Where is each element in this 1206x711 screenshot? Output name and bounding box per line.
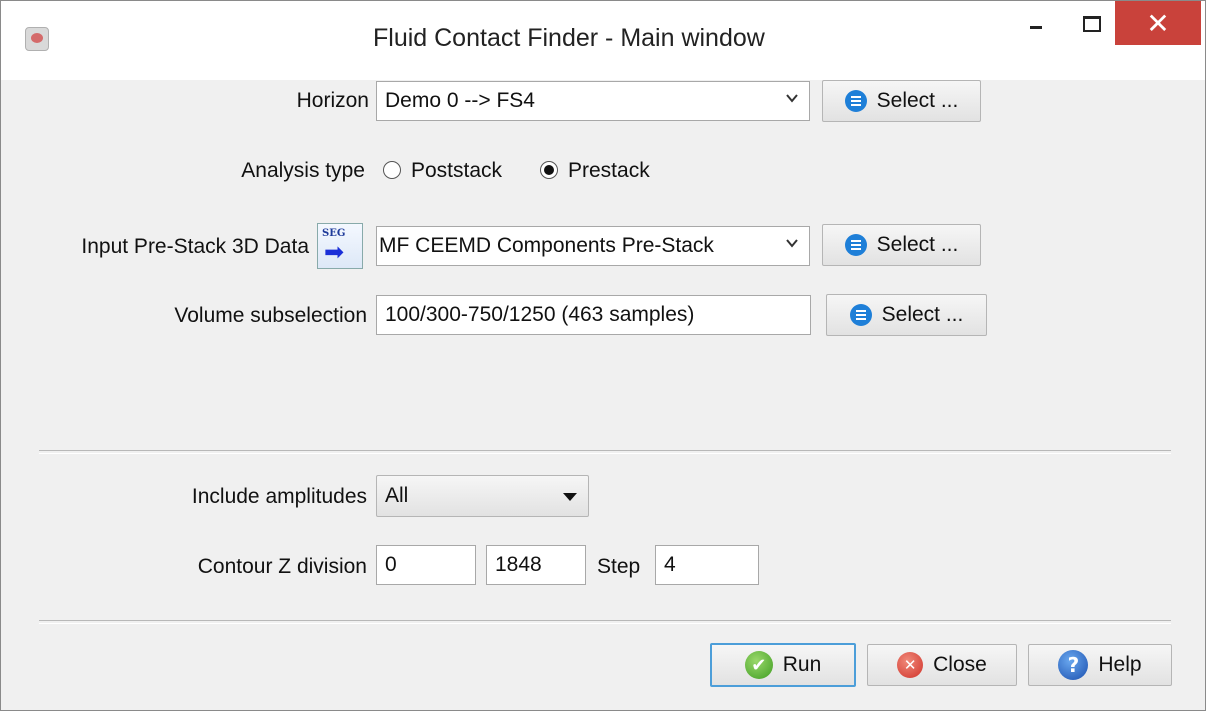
horizon-select-button[interactable]: Select ... [822, 80, 981, 122]
analysis-type-label: Analysis type [241, 159, 365, 182]
horizon-value: Demo 0 --> FS4 [385, 89, 535, 112]
contour-label: Contour Z division [197, 555, 367, 578]
close-label: Close [933, 653, 987, 676]
volume-field[interactable]: 100/300-750/1250 (463 samples) [376, 295, 811, 335]
horizon-combo[interactable]: Demo 0 --> FS4 [376, 81, 810, 121]
title-bar: Fluid Contact Finder - Main window ✕ [1, 1, 1205, 80]
app-icon [25, 27, 49, 51]
prestack-radio[interactable] [540, 161, 558, 179]
input-data-label: Input Pre-Stack 3D Data [81, 235, 309, 258]
step-field[interactable]: 4 [655, 545, 759, 585]
help-label: Help [1098, 653, 1142, 676]
input-select-label: Select ... [876, 233, 959, 256]
maximize-button[interactable] [1067, 1, 1117, 47]
poststack-label[interactable]: Poststack [411, 159, 502, 183]
maximize-icon [1083, 16, 1101, 32]
close-button[interactable]: ✕ Close [867, 644, 1017, 686]
arrow-right-icon: ➡ [324, 238, 345, 266]
contour-stop-value: 1848 [495, 553, 542, 576]
minimize-button[interactable] [1011, 1, 1061, 47]
close-window-button[interactable]: ✕ [1115, 1, 1201, 45]
dropdown-arrow-icon [563, 493, 577, 501]
chevron-down-icon [786, 239, 798, 248]
check-icon: ✔ [744, 651, 773, 679]
run-button[interactable]: ✔ Run [710, 643, 856, 687]
volume-select-label: Select ... [881, 303, 964, 326]
step-label: Step [597, 555, 641, 578]
window-title: Fluid Contact Finder - Main window [373, 24, 765, 52]
amplitudes-value: All [385, 484, 409, 507]
volume-label: Volume subselection [174, 304, 367, 327]
separator [39, 620, 1171, 624]
volume-value: 100/300-750/1250 (463 samples) [385, 303, 695, 326]
amplitudes-label: Include amplitudes [191, 485, 367, 508]
horizon-select-label: Select ... [876, 89, 959, 112]
amplitudes-dropdown[interactable]: All [376, 475, 589, 517]
step-value: 4 [664, 553, 676, 576]
list-icon [844, 90, 867, 112]
contour-start-field[interactable]: 0 [376, 545, 476, 585]
segy-import-button[interactable]: SEG ➡ [317, 223, 363, 269]
close-icon: ✕ [897, 652, 924, 678]
horizon-label: Horizon [296, 89, 369, 112]
close-icon: ✕ [1146, 6, 1170, 40]
main-window: Fluid Contact Finder - Main window ✕ Hor… [0, 0, 1206, 711]
help-button[interactable]: ? Help [1028, 644, 1172, 686]
contour-stop-field[interactable]: 1848 [486, 545, 586, 585]
minimize-icon [1030, 25, 1042, 29]
input-data-value: MF CEEMD Components Pre-Stack [379, 234, 714, 257]
list-icon [844, 234, 867, 256]
chevron-down-icon [786, 94, 798, 103]
input-data-combo[interactable]: MF CEEMD Components Pre-Stack [376, 226, 810, 266]
run-label: Run [782, 653, 822, 676]
list-icon [849, 304, 872, 326]
separator [39, 450, 1171, 454]
help-icon: ? [1058, 650, 1089, 680]
volume-select-button[interactable]: Select ... [826, 294, 987, 336]
poststack-radio[interactable] [383, 161, 401, 179]
contour-start-value: 0 [385, 553, 397, 576]
prestack-label[interactable]: Prestack [568, 159, 650, 183]
input-select-button[interactable]: Select ... [822, 224, 981, 266]
